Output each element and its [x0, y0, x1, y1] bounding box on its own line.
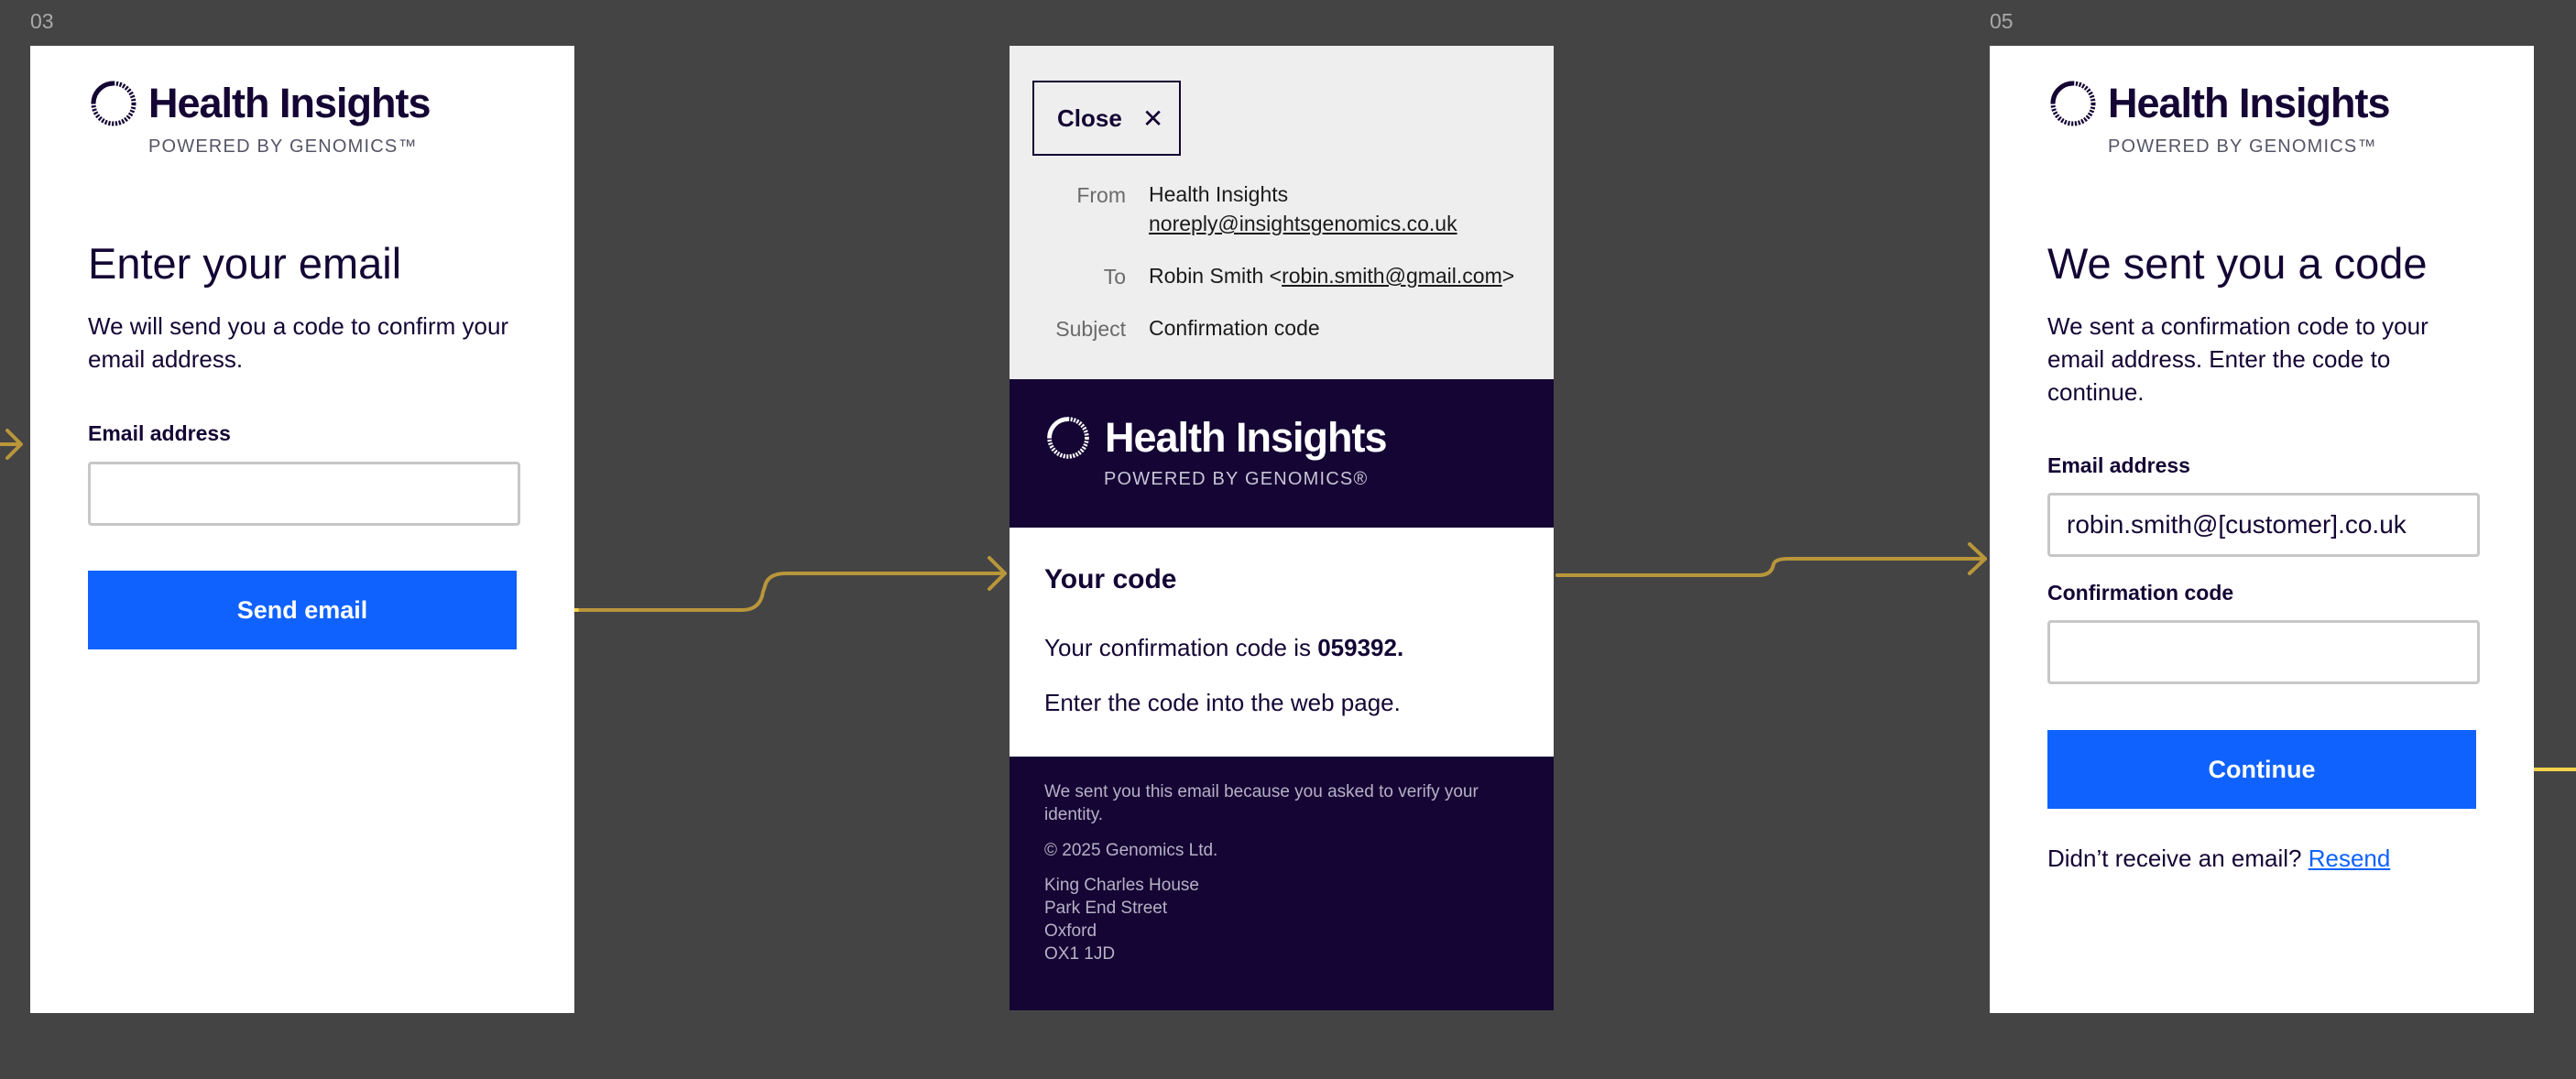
email-input-value: robin.smith@[customer].co.uk — [2067, 510, 2407, 539]
email-footer: We sent you this email because you asked… — [1010, 757, 1554, 1010]
close-label: Close — [1057, 104, 1122, 132]
to-suffix: > — [1501, 264, 1515, 288]
page-title: We sent you a code — [2047, 239, 2428, 288]
code-label: Confirmation code — [2047, 581, 2234, 605]
brand-tagline: POWERED BY GENOMICS™ — [148, 136, 418, 157]
footer-address: King Charles House Park End Street Oxfor… — [1044, 874, 1521, 965]
resend-prompt: Didn’t receive an email? — [2047, 845, 2302, 872]
email-brand-name: Health Insights — [1105, 414, 1388, 461]
from-label: From — [1076, 183, 1126, 207]
resend-link[interactable]: Resend — [2309, 845, 2391, 872]
email-brand-tagline: POWERED BY GENOMICS® — [1104, 469, 1369, 489]
from-address[interactable]: noreply@insightsgenomics.co.uk — [1149, 209, 1457, 238]
connector-email-to-code — [1555, 542, 1987, 577]
code-instruction: Enter the code into the web page. — [1044, 689, 1401, 716]
to-name: Robin Smith < — [1149, 264, 1283, 288]
subject-label: Subject — [1055, 317, 1126, 341]
brand-name: Health Insights — [2108, 80, 2391, 126]
address-line: King Charles House — [1044, 876, 1199, 895]
footer-copyright: © 2025 Genomics Ltd. — [1044, 841, 1218, 860]
confirmation-code: 059392. — [1317, 634, 1404, 661]
spinner-logo-icon — [1047, 417, 1089, 459]
confirmation-code-input[interactable] — [2047, 620, 2480, 684]
subject-value: Confirmation code — [1149, 316, 1320, 340]
to-address[interactable]: robin.smith@gmail.com — [1282, 264, 1502, 288]
send-email-button[interactable]: Send email — [88, 571, 517, 649]
email-label: Email address — [2047, 453, 2190, 477]
page-description: We will send you a code to confirm your … — [88, 312, 509, 373]
email-label: Email address — [88, 421, 231, 445]
code-prefix: Your confirmation code is — [1044, 634, 1318, 661]
to-field: Robin Smith <robin.smith@gmail.com> — [1149, 261, 1514, 290]
page-title: Enter your email — [88, 239, 402, 288]
screen-enter-email: Health Insights POWERED BY GENOMICS™ Ent… — [30, 46, 574, 1013]
spinner-logo-icon — [2050, 81, 2096, 126]
brand-tagline: POWERED BY GENOMICS™ — [2108, 136, 2377, 157]
email-preview: Close ✕ From Health Insights noreply@ins… — [1010, 46, 1554, 1010]
close-icon: ✕ — [1141, 104, 1164, 133]
email-body-title: Your code — [1044, 564, 1177, 594]
close-button[interactable]: Close ✕ — [1032, 81, 1181, 156]
spinner-logo-icon — [91, 81, 136, 126]
email-brand-logo: Health Insights POWERED BY GENOMICS® — [1044, 414, 1388, 490]
incoming-arrow — [0, 429, 23, 460]
from-name: Health Insights — [1149, 182, 1289, 206]
resend-row: Didn’t receive an email? Resend — [2047, 845, 2390, 873]
code-input-value — [2050, 638, 2067, 666]
address-line: Park End Street — [1044, 899, 1168, 918]
email-body: Your code Your confirmation code is 0593… — [1010, 528, 1554, 757]
email-input[interactable] — [88, 462, 520, 526]
footer-reason: We sent you this email because you asked… — [1044, 782, 1479, 824]
email-input[interactable]: robin.smith@[customer].co.uk — [2047, 493, 2480, 557]
screen-enter-code: Health Insights POWERED BY GENOMICS™ We … — [1990, 46, 2534, 1013]
code-line: Your confirmation code is 059392. — [1044, 634, 1403, 662]
email-brand-banner: Health Insights POWERED BY GENOMICS® — [1010, 379, 1554, 528]
email-input-value — [91, 479, 107, 507]
brand-logo: Health Insights POWERED BY GENOMICS™ — [88, 78, 431, 158]
page-description: We sent a confirmation code to your emai… — [2047, 312, 2429, 406]
email-header: Close ✕ From Health Insights noreply@ins… — [1010, 46, 1554, 379]
address-line: Oxford — [1044, 921, 1097, 941]
brand-logo: Health Insights POWERED BY GENOMICS™ — [2047, 78, 2391, 158]
brand-name: Health Insights — [148, 80, 431, 126]
connector-send-to-email — [518, 556, 1007, 612]
to-label: To — [1103, 265, 1126, 289]
continue-button[interactable]: Continue — [2047, 730, 2476, 809]
address-line: OX1 1JD — [1044, 944, 1116, 964]
